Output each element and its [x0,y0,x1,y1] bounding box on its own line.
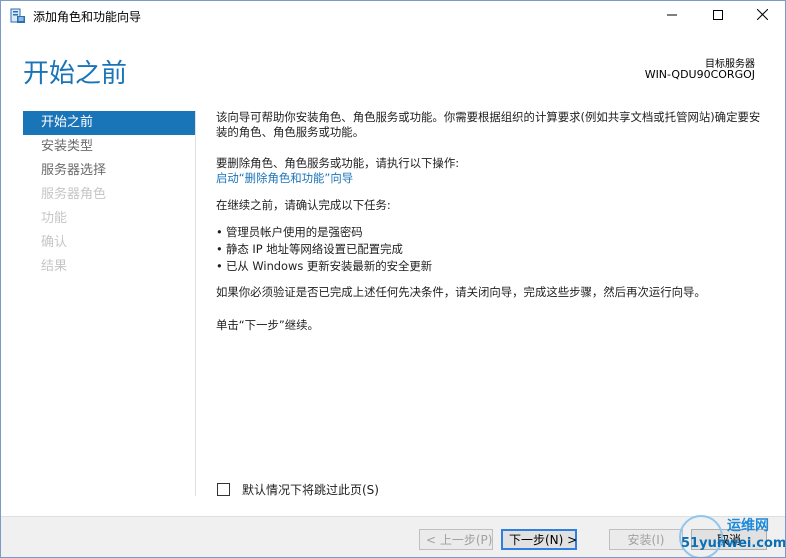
nav-item-before-you-begin[interactable]: 开始之前 [23,111,195,135]
title-bar[interactable]: 添加角色和功能向导 [1,1,785,31]
nav-item-confirmation: 确认 [41,235,68,250]
list-item: • 静态 IP 地址等网络设置已配置完成 [216,241,432,258]
verify-text: 如果你必须验证是否已完成上述任何先决条件，请关闭向导，完成这些步骤，然后再次运行… [216,285,706,299]
nav-item-server-selection[interactable]: 服务器选择 [23,159,195,183]
prerequisites-heading: 在继续之前，请确认完成以下任务: [216,198,391,212]
watermark-top-text: 运维网 [727,518,769,534]
nav-item-server-roles: 服务器角色 [41,187,107,202]
watermark-bottom-text: 51yunwei.com [681,536,786,551]
minimize-icon [667,9,677,23]
maximize-button[interactable] [695,1,741,31]
maximize-icon [713,9,723,23]
install-button[interactable]: 安装(I) [609,529,683,550]
page-title: 开始之前 [23,59,128,89]
intro-text: 该向导可帮助你安装角色、角色服务或功能。你需要根据组织的计算要求(例如共享文档或… [216,110,761,139]
list-item: • 已从 Windows 更新安装最新的安全更新 [216,258,432,275]
wizard-footer: < 上一步(P) 下一步(N) > 安装(I) 取消 [1,516,785,557]
bullet-icon: • [216,242,223,256]
site-watermark: 运维网 51yunwei.com [677,509,785,557]
remove-roles-wizard-link[interactable]: 启动“删除角色和功能”向导 [216,171,353,186]
close-button[interactable] [739,1,785,31]
wizard-window: 添加角色和功能向导 开始之前 目标服务器 WIN-QDU90CORGOJ 开始之… [0,0,786,558]
nav-item-installation-type[interactable]: 安装类型 [23,135,195,159]
close-icon [756,8,768,23]
task-text: 已从 Windows 更新安装最新的安全更新 [226,259,433,273]
nav-item-features: 功能 [41,211,68,226]
next-button[interactable]: 下一步(N) > [501,529,577,550]
sidebar-divider [195,111,196,496]
minimize-button[interactable] [649,1,695,31]
task-text: 管理员帐户使用的是强密码 [226,225,363,239]
skip-page-checkbox[interactable] [217,483,230,496]
previous-button[interactable]: < 上一步(P) [419,529,493,550]
server-manager-icon [10,8,26,24]
window-title: 添加角色和功能向导 [33,10,142,24]
wizard-steps-nav: 开始之前 安装类型 服务器选择 服务器角色 功能 确认 结果 [23,111,195,279]
skip-page-option[interactable]: 默认情况下将跳过此页(S) [217,481,379,498]
nav-item-results: 结果 [41,259,68,274]
click-next-text: 单击“下一步”继续。 [216,318,319,332]
remove-instructions-text: 要删除角色、角色服务或功能，请执行以下操作: [216,156,460,170]
target-server-value: WIN-QDU90CORGOJ [644,68,755,81]
list-item: • 管理员帐户使用的是强密码 [216,224,432,241]
skip-page-label: 默认情况下将跳过此页(S) [242,483,379,497]
bullet-icon: • [216,225,223,239]
bullet-icon: • [216,259,223,273]
task-text: 静态 IP 地址等网络设置已配置完成 [226,242,403,256]
prerequisite-task-list: • 管理员帐户使用的是强密码 • 静态 IP 地址等网络设置已配置完成 • 已从 Wi… [216,224,432,275]
